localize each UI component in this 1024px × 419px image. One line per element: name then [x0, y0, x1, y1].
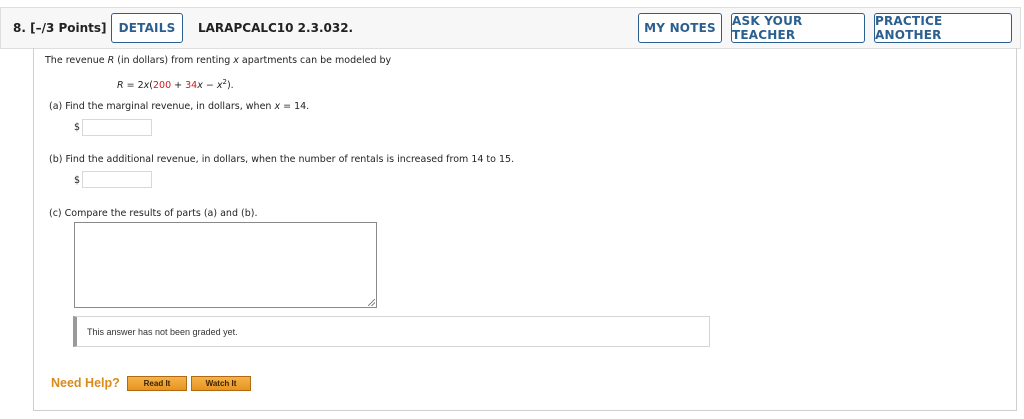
watch-it-button[interactable]: Watch It [191, 376, 251, 391]
grading-status-text: This answer has not been graded yet. [87, 327, 238, 337]
problem-intro: The revenue R (in dollars) from renting … [45, 55, 392, 66]
read-it-button[interactable]: Read It [127, 376, 187, 391]
practice-another-button[interactable]: PRACTICE ANOTHER [874, 13, 1012, 43]
part-a-label: (a) Find the marginal revenue, in dollar… [49, 101, 310, 112]
question-code: LARAPCALC10 2.3.032. [198, 21, 354, 35]
grading-status-box: This answer has not been graded yet. [73, 316, 710, 347]
question-body: The revenue R (in dollars) from renting … [33, 48, 1017, 411]
part-c-answer-textarea[interactable] [74, 222, 377, 308]
revenue-equation: R = 2x(200 + 34x − x2). [117, 78, 234, 92]
question-header: 8. [–/3 Points] DETAILS LARAPCALC10 2.3.… [0, 7, 1021, 49]
part-b-currency: $ [74, 175, 81, 186]
part-a-currency: $ [74, 122, 81, 133]
my-notes-button[interactable]: MY NOTES [638, 13, 722, 43]
resize-handle-icon[interactable] [368, 299, 375, 306]
ask-teacher-button[interactable]: ASK YOUR TEACHER [731, 13, 865, 43]
details-button[interactable]: DETAILS [111, 13, 183, 43]
part-a-answer-input[interactable] [82, 119, 152, 136]
part-b-label: (b) Find the additional revenue, in doll… [49, 154, 515, 165]
question-points: 8. [–/3 Points] [13, 21, 107, 35]
part-c-label: (c) Compare the results of parts (a) and… [49, 208, 258, 219]
part-b-answer-input[interactable] [82, 171, 152, 188]
need-help-label: Need Help? [51, 376, 120, 390]
